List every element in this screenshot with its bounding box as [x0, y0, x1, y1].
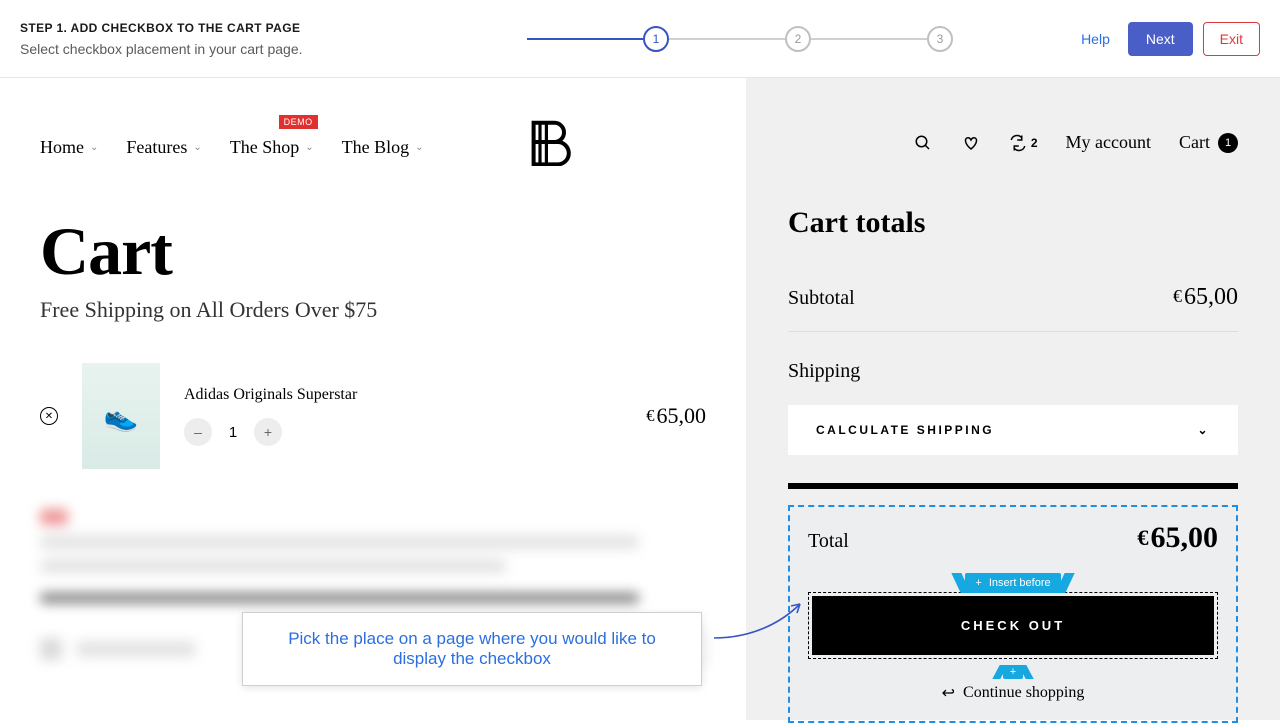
insert-after-button[interactable]: +	[1003, 665, 1023, 679]
product-name: Adidas Originals Superstar	[184, 386, 622, 404]
exit-button[interactable]: Exit	[1203, 22, 1260, 56]
chevron-down-icon: ⌄	[193, 142, 201, 153]
subtotal-value: €65,00	[1173, 284, 1238, 311]
nav-home[interactable]: Home⌄	[40, 137, 98, 158]
wizard-progress: 1 2 3	[440, 26, 1040, 52]
help-link[interactable]: Help	[1073, 25, 1118, 53]
qty-value: 1	[226, 424, 240, 441]
checkout-button[interactable]: CHECK OUT	[812, 596, 1214, 655]
chevron-down-icon: ⌄	[90, 142, 98, 153]
compare-icon[interactable]: 2	[1009, 134, 1038, 152]
shipping-label: Shipping	[788, 360, 1238, 383]
cart-line-item: ✕ 👟 Adidas Originals Superstar – 1 + €65…	[40, 363, 706, 469]
cart-totals-heading: Cart totals	[788, 206, 1238, 240]
placement-hint-callout: Pick the place on a page where you would…	[242, 612, 702, 686]
product-image: 👟	[82, 363, 160, 469]
placement-dropzone[interactable]: Total €65,00 + Insert before CHECK OUT +…	[788, 505, 1238, 723]
qty-decrease-button[interactable]: –	[184, 418, 212, 446]
cart-link[interactable]: Cart1	[1179, 132, 1238, 153]
remove-item-button[interactable]: ✕	[40, 407, 58, 425]
step-1-indicator: 1	[643, 26, 669, 52]
wizard-bar: STEP 1. ADD CHECKBOX TO THE CART PAGE Se…	[0, 0, 1280, 78]
step-2-indicator: 2	[785, 26, 811, 52]
subtotal-label: Subtotal	[788, 287, 855, 310]
checkout-slot[interactable]: CHECK OUT	[808, 592, 1218, 659]
my-account-link[interactable]: My account	[1066, 132, 1151, 153]
chevron-down-icon: ⌄	[415, 142, 423, 153]
nav-blog[interactable]: The Blog⌄	[342, 137, 424, 158]
total-label: Total	[808, 530, 849, 553]
search-icon[interactable]	[913, 133, 933, 153]
continue-shopping-link[interactable]: Continue shopping	[963, 684, 1084, 702]
wizard-step-title: STEP 1. ADD CHECKBOX TO THE CART PAGE	[20, 21, 440, 35]
page-preview: Home⌄ Features⌄ DEMO The Shop⌄ The Blog⌄…	[0, 78, 1280, 720]
insert-before-button[interactable]: + Insert before	[965, 573, 1060, 593]
nav-shop[interactable]: DEMO The Shop⌄	[230, 137, 314, 158]
nav-features[interactable]: Features⌄	[126, 137, 201, 158]
chevron-down-icon: ⌄	[305, 142, 313, 153]
wizard-step-desc: Select checkbox placement in your cart p…	[20, 41, 440, 57]
calculate-shipping-toggle[interactable]: CALCULATE SHIPPING ⌄	[788, 405, 1238, 455]
callout-arrow-icon	[710, 596, 810, 646]
page-subtitle: Free Shipping on All Orders Over $75	[40, 297, 706, 323]
next-button[interactable]: Next	[1128, 22, 1193, 56]
qty-increase-button[interactable]: +	[254, 418, 282, 446]
cart-count-badge: 1	[1218, 133, 1238, 153]
back-arrow-icon: ↩	[942, 683, 955, 703]
total-value: €65,00	[1137, 521, 1218, 555]
logo	[524, 118, 572, 176]
divider	[788, 483, 1238, 489]
wishlist-icon[interactable]	[961, 133, 981, 153]
step-3-indicator: 3	[927, 26, 953, 52]
chevron-down-icon: ⌄	[1197, 423, 1210, 437]
line-price: €65,00	[646, 403, 706, 429]
page-title: Cart	[40, 212, 706, 291]
demo-badge: DEMO	[279, 115, 318, 129]
